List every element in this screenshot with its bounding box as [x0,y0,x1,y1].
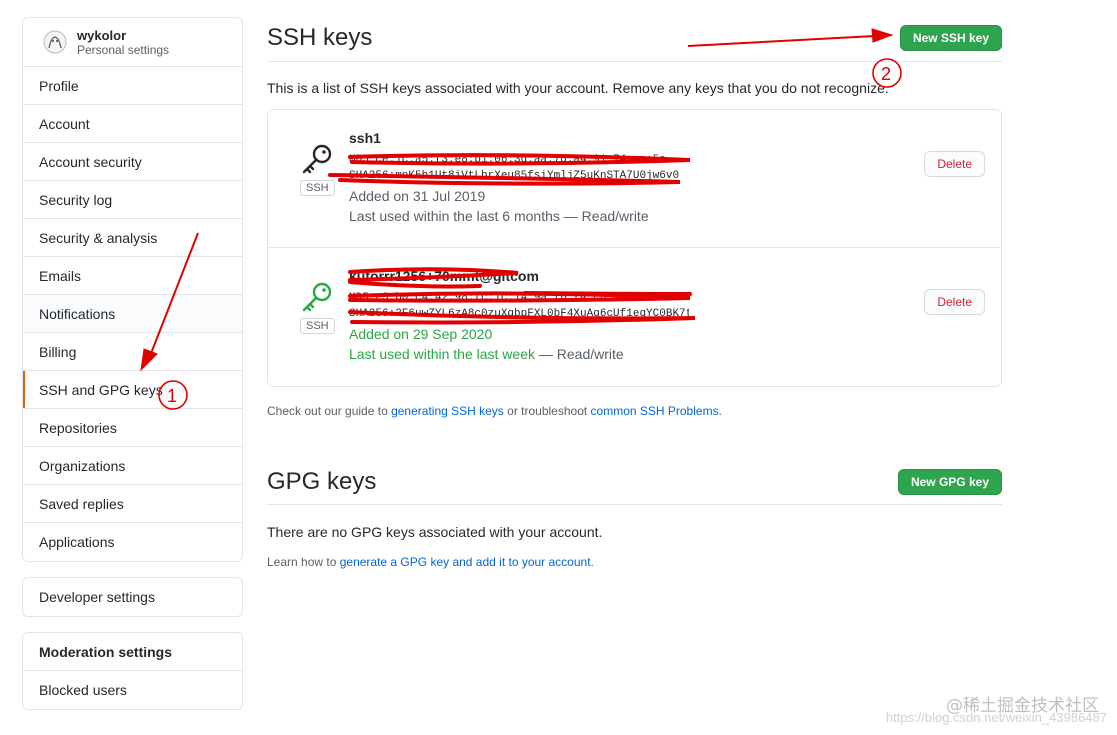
gpg-keys-header: GPG keys New GPG key [267,460,1002,505]
avatar[interactable] [43,30,67,54]
delete-ssh-key-button[interactable]: Delete [924,151,985,177]
sidebar-user-header: wykolor Personal settings [23,18,242,67]
sidebar-item-repositories[interactable]: Repositories [23,409,242,447]
moderation-settings-title: Moderation settings [23,633,242,671]
new-ssh-key-button[interactable]: New SSH key [899,24,1002,51]
ssh-key-fingerprint-sha: SHA256:2F6uwZYL6zA8c0zuXqbpFXL0bF4XuAq6c… [349,308,689,320]
moderation-settings-menu: Moderation settings Blocked users [22,632,243,710]
ssh-key-row: SSH kutorrr1256+70mmt@gitcom MD5:e3:b0:c… [268,248,1001,386]
ssh-help-text: Check out our guide to generating SSH ke… [267,404,722,418]
delete-ssh-key-button[interactable]: Delete [924,289,985,315]
common-ssh-problems-link[interactable]: common SSH Problems [591,404,719,418]
ssh-key-last-used: Last used within the last 6 months — Rea… [349,208,649,224]
sidebar-item-blocked-users[interactable]: Blocked users [23,671,242,709]
new-gpg-key-button[interactable]: New GPG key [897,469,1002,495]
sidebar-item-emails[interactable]: Emails [23,257,242,295]
sidebar-item-notifications[interactable]: Notifications [23,295,242,333]
ssh-keys-description: This is a list of SSH keys associated wi… [267,80,889,96]
ssh-key-added-date: Added on 31 Jul 2019 [349,188,486,204]
personal-settings-label: Personal settings [77,42,170,57]
ssh-badge: SSH [300,180,335,196]
key-icon [302,282,332,312]
ssh-key-title: kutorrr1256+70mmt@gitcom [349,268,539,284]
ssh-key-fingerprint-sha: SHA256:mnK5h1Ut8iVtLbrXeu85fsiYmljZ5uKnS… [349,170,680,182]
sidebar-item-security-analysis[interactable]: Security & analysis [23,219,242,257]
gpg-empty-message: There are no GPG keys associated with yo… [267,524,603,540]
sidebar-item-billing[interactable]: Billing [23,333,242,371]
sidebar-item-security-log[interactable]: Security log [23,181,242,219]
developer-settings-menu: Developer settings [22,577,243,617]
gpg-keys-title: GPG keys [267,468,377,495]
sidebar-item-ssh-gpg-keys[interactable]: SSH and GPG keys [23,371,242,409]
ssh-key-last-used: Last used within the last week — Read/wr… [349,346,624,362]
generate-gpg-key-link[interactable]: generate a GPG key and add it to your ac… [340,555,591,569]
sidebar-item-developer-settings[interactable]: Developer settings [23,578,242,616]
sidebar-item-organizations[interactable]: Organizations [23,447,242,485]
ssh-key-title: ssh1 [349,130,381,146]
gpg-help-text: Learn how to generate a GPG key and add … [267,555,594,569]
key-icon [302,144,332,174]
sidebar-item-applications[interactable]: Applications [23,523,242,561]
sidebar-item-profile[interactable]: Profile [23,67,242,105]
sidebar-item-account-security[interactable]: Account security [23,143,242,181]
settings-sidebar: wykolor Personal settings Profile Accoun… [22,17,243,562]
sidebar-item-account[interactable]: Account [23,105,242,143]
ssh-key-row: SSH ssh1 MD5:ce:1c:a5:f3:e8:b1:06:3d:aa:… [268,110,1001,248]
generating-ssh-keys-link[interactable]: generating SSH keys [391,404,504,418]
username[interactable]: wykolor [77,28,169,43]
sidebar-item-saved-replies[interactable]: Saved replies [23,485,242,523]
ssh-keys-title: SSH keys [267,23,373,51]
watermark-url: https://blog.csdn.net/weixin_43986487 [885,710,1107,725]
ssh-key-added-date: Added on 29 Sep 2020 [349,326,493,342]
ssh-badge: SSH [300,318,335,334]
ssh-keys-header: SSH keys New SSH key [267,14,1002,62]
ssh-key-list: SSH ssh1 MD5:ce:1c:a5:f3:e8:b1:06:3d:aa:… [267,109,1002,387]
